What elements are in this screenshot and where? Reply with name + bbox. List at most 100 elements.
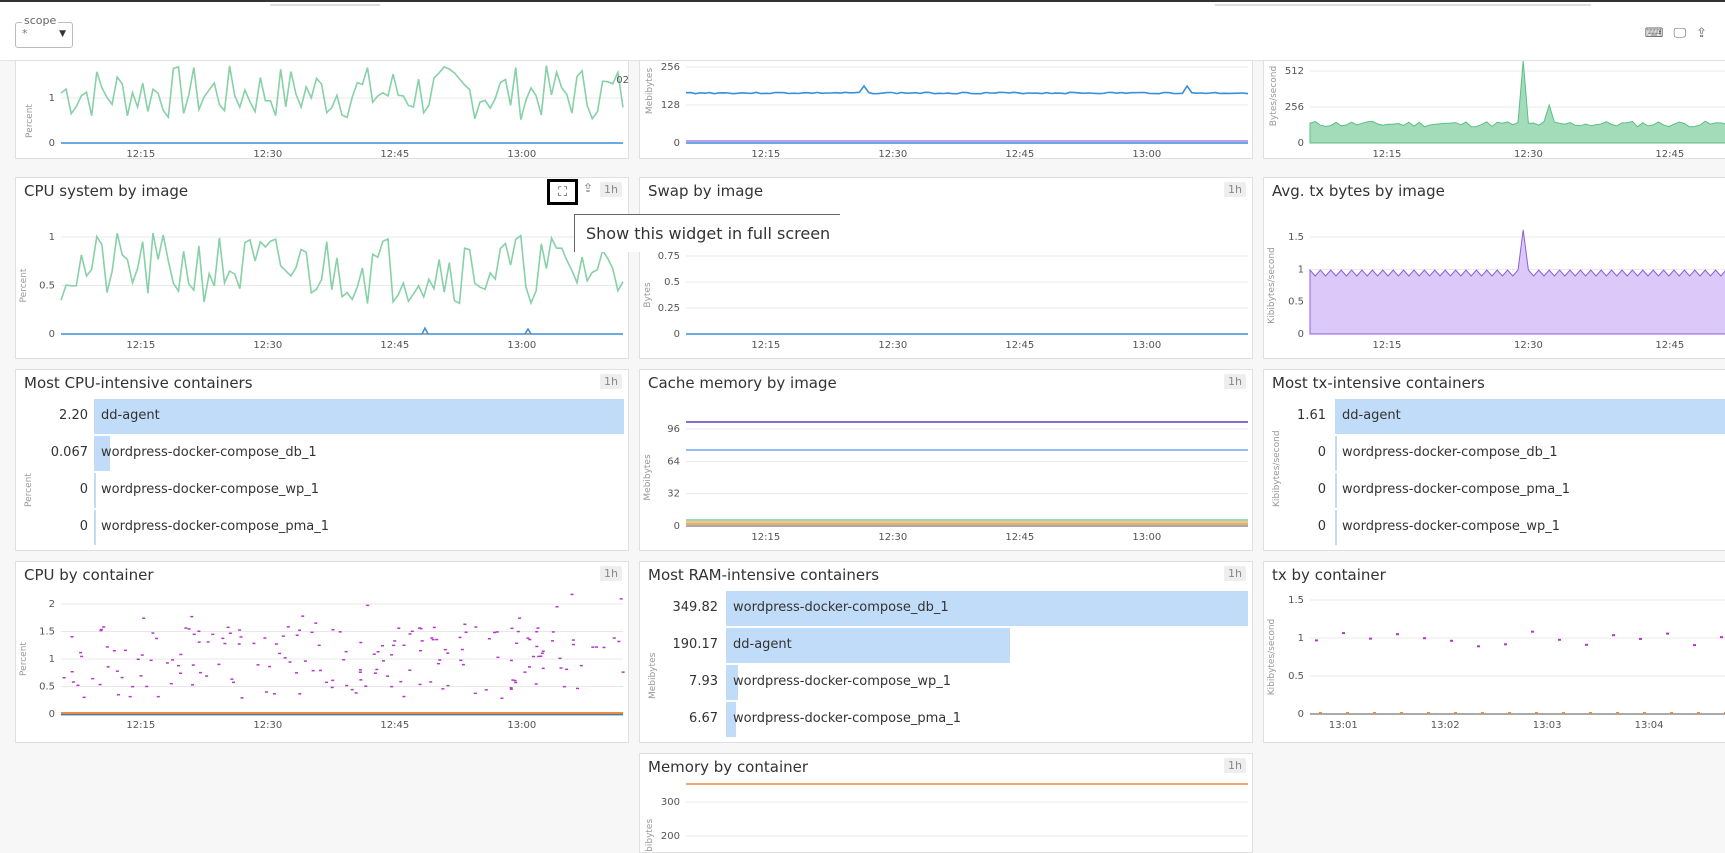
y-tick-label: 64 [667, 456, 680, 467]
fullscreen-button[interactable]: ⛶ [547, 179, 578, 205]
scatter-point [358, 671, 362, 673]
scatter-point [1315, 639, 1318, 642]
x-tick-label: 12:45 [380, 340, 409, 351]
toplist-value: 0 [79, 519, 88, 534]
scatter-point [1369, 637, 1372, 640]
scatter-point [579, 664, 583, 667]
cpu-top-widget: 1 0 12:15 12:30 12:45 13:00 Percent 02 [15, 60, 629, 159]
x-tick-label: 13:03 [1533, 720, 1562, 731]
scatter-point [325, 681, 329, 684]
export-icon[interactable]: ⇪ [583, 181, 593, 195]
y-tick-label: 1 [49, 93, 55, 104]
toplist-name: wordpress-docker-compose_wp_1 [1342, 519, 1561, 534]
scatter-point [1670, 712, 1673, 714]
timeframe-badge: 1h [600, 374, 622, 389]
widget-title: Swap by image [648, 182, 764, 200]
y-axis-label: Mebibytes [645, 68, 655, 115]
scatter-point [1373, 712, 1376, 714]
scatter-point [1346, 712, 1349, 714]
scatter-point [99, 628, 103, 631]
scatter-point [82, 696, 86, 699]
toplist-bar[interactable] [1335, 473, 1337, 508]
tooltip-text: Show this widget in full screen [586, 224, 831, 243]
scatter-point [177, 664, 180, 667]
most-ram-widget: Most RAM-intensive containers 1h Mebibyt… [639, 561, 1253, 743]
scatter-point [70, 636, 74, 638]
toplist-value: 7.93 [689, 674, 718, 689]
x-tick-label: 13:00 [1132, 149, 1161, 159]
scope-select[interactable]: scope * ▼ [15, 14, 73, 48]
scatter-point [464, 631, 468, 633]
scatter-point [1535, 712, 1538, 714]
scatter-point [528, 638, 532, 641]
scatter-point [459, 659, 463, 662]
scatter-point [331, 629, 335, 631]
scatter-point [397, 627, 401, 629]
scatter-point [263, 637, 267, 639]
scatter-point [399, 680, 403, 683]
toplist-value: 6.67 [689, 711, 718, 726]
scatter-point [364, 685, 368, 687]
scatter-point [555, 606, 559, 608]
scatter-point [344, 650, 348, 653]
scatter-point [239, 636, 243, 638]
widget-title: Most CPU-intensive containers [24, 374, 253, 392]
avg-tx-chart: 1.5 1 0.5 0 12:15 12:30 12:45 Kibibytes/second [1267, 229, 1725, 351]
scatter-point [619, 598, 623, 600]
scatter-point [136, 658, 140, 660]
y-tick-label: 0 [1298, 329, 1304, 340]
scatter-point [532, 655, 535, 658]
keyboard-icon[interactable]: ⌨ [1645, 26, 1664, 41]
scatter-point [562, 685, 566, 688]
scatter-point [1454, 712, 1457, 714]
toplist-bar[interactable] [94, 510, 96, 545]
y-tick-label: 200 [661, 831, 680, 842]
scatter-point [139, 675, 143, 677]
x-tick-label: 12:30 [878, 532, 907, 543]
scatter-point [62, 677, 66, 679]
scatter-point [145, 685, 149, 688]
scatter-point [473, 692, 477, 695]
monitor-icon[interactable]: 🖵 [1674, 26, 1687, 41]
scatter-point [591, 646, 595, 648]
toplist-value: 0.067 [50, 445, 88, 460]
scatter-point [184, 627, 188, 629]
widget-title: Most tx-intensive containers [1272, 374, 1485, 392]
scatter-point [1666, 632, 1669, 635]
y-tick-label: 512 [1285, 66, 1304, 77]
scatter-point [1612, 634, 1615, 637]
scatter-point [526, 637, 530, 639]
x-tick-label: 12:45 [1005, 149, 1034, 159]
scatter-point [359, 679, 363, 681]
scatter-point [541, 650, 545, 652]
scatter-point [366, 604, 370, 607]
toplist-bar[interactable] [94, 399, 624, 434]
scatter-point [197, 630, 201, 632]
scatter-point [402, 695, 406, 698]
scatter-point [420, 640, 424, 642]
scatter-point [197, 641, 201, 643]
x-tick-label: 13:00 [1132, 340, 1161, 351]
scatter-point [1531, 630, 1534, 633]
scatter-point [171, 659, 175, 661]
toplist-bar[interactable] [94, 473, 96, 508]
scatter-point [514, 681, 518, 684]
toplist-bar[interactable] [1335, 436, 1337, 471]
y-tick-label: 0.5 [1288, 671, 1304, 682]
scatter-point [112, 650, 116, 652]
scatter-point [1427, 712, 1430, 714]
y-tick-label: 0 [1298, 138, 1304, 149]
series-line [685, 84, 1249, 95]
y-axis-label: Bytes [643, 282, 653, 308]
x-tick-label: 12:45 [1655, 340, 1684, 351]
scatter-point [402, 644, 406, 646]
scatter-point [359, 669, 362, 671]
scatter-point [283, 657, 287, 659]
scatter-point [230, 678, 234, 680]
share-icon[interactable]: ⇪ [1696, 26, 1707, 41]
toplist-name: dd-agent [101, 408, 160, 423]
toplist-bar[interactable] [1335, 510, 1337, 545]
x-tick-label: 13:00 [507, 149, 536, 159]
y-tick-label: 1.5 [39, 627, 55, 638]
x-tick-label: 13:00 [507, 340, 536, 351]
